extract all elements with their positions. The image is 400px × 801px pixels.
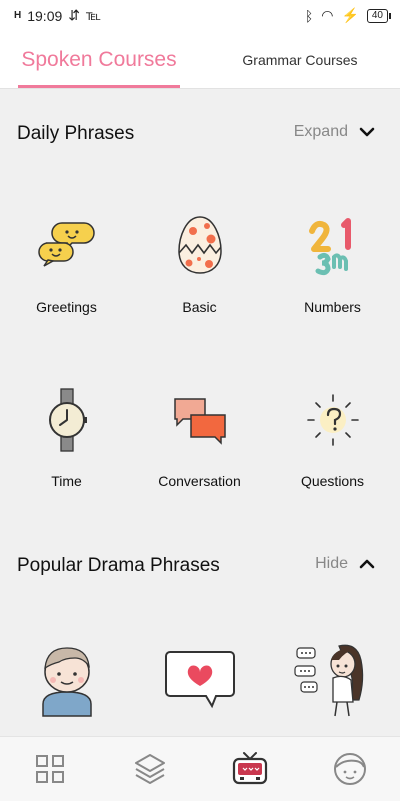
drama-item-heart[interactable] xyxy=(133,638,266,718)
section-title: Popular Drama Phrases xyxy=(17,555,220,576)
course-greetings[interactable]: Greetings xyxy=(0,211,133,315)
layers-icon[interactable] xyxy=(130,749,170,789)
battery-level: 40 xyxy=(366,8,392,23)
heart-bubble-icon xyxy=(164,651,235,709)
cracked-egg-icon xyxy=(177,216,222,274)
drama-item-girl[interactable] xyxy=(266,638,399,718)
tab-spoken-courses[interactable]: Spoken Courses xyxy=(18,32,180,88)
status-time: 19:09 xyxy=(27,7,63,24)
chevron-down-icon xyxy=(359,127,375,137)
charging-icon: ⚡ xyxy=(341,7,359,23)
course-time[interactable]: Time xyxy=(0,385,133,489)
status-bar: H 19:09 ⇵ ℡ ᛒ ◠ ⚡ 40 xyxy=(0,0,400,32)
section-title: Daily Phrases xyxy=(17,123,135,144)
tab-grammar-courses[interactable]: Grammar Courses xyxy=(230,32,370,88)
signal-indicator: H xyxy=(14,10,22,21)
hide-label: Hide xyxy=(315,555,348,572)
hide-toggle[interactable]: Hide xyxy=(315,555,376,573)
bottom-nav xyxy=(0,736,400,801)
course-label: Conversation xyxy=(158,473,241,489)
course-label: Questions xyxy=(300,473,365,489)
wristwatch-icon xyxy=(48,388,87,452)
course-tabs: Spoken Courses Grammar Courses xyxy=(0,32,400,89)
course-questions[interactable]: Questions xyxy=(266,385,399,489)
course-basic[interactable]: Basic xyxy=(133,211,266,315)
drama-item-boy[interactable] xyxy=(0,638,133,718)
tv-icon[interactable] xyxy=(230,749,270,789)
course-label: Greetings xyxy=(36,299,97,315)
boy-avatar-icon xyxy=(41,647,92,717)
girl-chatting-icon xyxy=(293,644,363,717)
course-label: Basic xyxy=(182,299,217,315)
numbers-icon xyxy=(308,218,351,276)
wifi-icon: ◠ xyxy=(321,7,334,23)
course-label: Time xyxy=(51,473,82,489)
notification-icon: ℡ xyxy=(86,7,102,23)
course-conversation[interactable]: Conversation xyxy=(133,385,266,489)
conversation-icon xyxy=(173,398,226,445)
usb-icon: ⇵ xyxy=(68,7,81,23)
course-numbers[interactable]: Numbers xyxy=(266,211,399,315)
speech-bubbles-icon xyxy=(37,222,95,267)
grid-icon[interactable] xyxy=(30,749,70,789)
daily-phrases-header: Daily Phrases Expand xyxy=(0,115,400,155)
drama-phrases-header: Popular Drama Phrases Hide xyxy=(0,547,400,587)
profile-face-icon[interactable] xyxy=(330,749,370,789)
expand-toggle[interactable]: Expand xyxy=(294,123,376,141)
question-bulb-icon xyxy=(306,394,359,446)
chevron-up-icon xyxy=(359,559,375,569)
bluetooth-icon: ᛒ xyxy=(304,7,314,24)
course-label: Numbers xyxy=(304,299,361,315)
expand-label: Expand xyxy=(293,123,348,140)
